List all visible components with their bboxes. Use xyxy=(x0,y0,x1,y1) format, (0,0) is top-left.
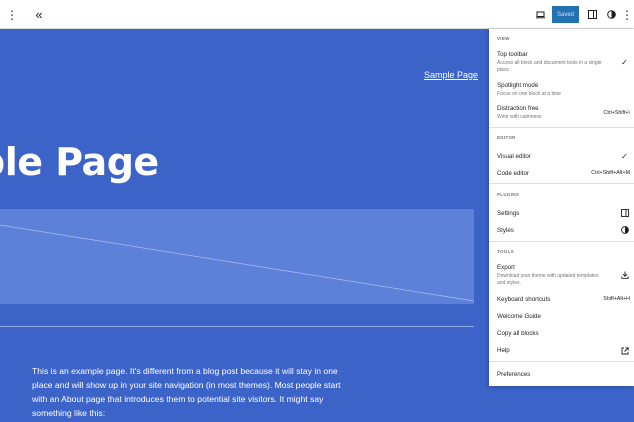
desktop-preview-icon[interactable] xyxy=(533,6,547,23)
menu-item-preferences[interactable]: Preferences xyxy=(497,371,530,378)
menu-item-spotlight-mode[interactable]: Spotlight mode xyxy=(497,82,538,89)
menu-item-distraction-desc: Write with calmness xyxy=(497,114,542,120)
nav-link-sample-page[interactable]: Sample Page xyxy=(424,70,478,80)
options-menu: VIEW Top toolbar Access all block and do… xyxy=(489,29,634,386)
menu-item-copy-all-blocks[interactable]: Copy all blocks xyxy=(497,330,539,337)
page-title[interactable]: ple Page xyxy=(0,140,159,184)
menu-divider xyxy=(489,361,634,362)
menu-item-styles[interactable]: Styles xyxy=(497,227,514,234)
settings-sidebar-icon[interactable] xyxy=(585,6,599,23)
menu-item-spotlight-desc: Focus on one block at a time xyxy=(497,91,561,97)
options-icon[interactable]: ⋮ xyxy=(6,6,18,23)
menu-item-export-desc: Download your theme with updated templat… xyxy=(497,273,599,286)
menu-item-help[interactable]: Help xyxy=(497,347,510,354)
menu-section-plugins-title: PLUGINS xyxy=(497,192,520,197)
styles-icon[interactable] xyxy=(604,6,618,23)
external-link-icon xyxy=(620,346,629,355)
menu-divider xyxy=(489,183,634,184)
menu-section-view-title: VIEW xyxy=(497,36,510,41)
menu-section-tools-title: TOOLS xyxy=(497,249,514,254)
download-icon xyxy=(620,270,629,279)
paragraph-block[interactable]: This is an example page. It's different … xyxy=(32,364,352,420)
menu-item-settings[interactable]: Settings xyxy=(497,210,519,217)
distraction-free-shortcut: Ctrl+Shift+\ xyxy=(603,110,631,116)
save-button[interactable]: Saved xyxy=(552,6,579,23)
image-placeholder-line xyxy=(0,224,475,302)
separator-block[interactable] xyxy=(0,326,474,327)
menu-item-keyboard-shortcuts[interactable]: Keyboard shortcuts xyxy=(497,296,550,303)
collapse-icon[interactable]: « xyxy=(32,6,46,23)
menu-section-editor-title: EDITOR xyxy=(497,135,516,140)
half-circle-icon xyxy=(620,225,629,234)
editor-toolbar: ⋮ « Saved ⋮ xyxy=(0,0,634,29)
check-icon: ✓ xyxy=(621,58,628,67)
code-editor-shortcut: Ctrl+Shift+Alt+M xyxy=(591,170,630,176)
menu-item-distraction-free[interactable]: Distraction free xyxy=(497,105,539,112)
menu-divider xyxy=(489,241,634,242)
menu-item-visual-editor[interactable]: Visual editor xyxy=(497,153,531,160)
menu-divider xyxy=(489,127,634,128)
image-block[interactable] xyxy=(0,209,475,304)
menu-item-export[interactable]: Export xyxy=(497,264,515,271)
menu-item-code-editor[interactable]: Code editor xyxy=(497,170,529,177)
menu-item-top-toolbar-desc: Access all block and document tools in a… xyxy=(497,60,602,73)
sidebar-icon xyxy=(620,208,629,217)
more-options-icon[interactable]: ⋮ xyxy=(621,6,633,23)
menu-item-welcome-guide[interactable]: Welcome Guide xyxy=(497,313,541,320)
menu-item-top-toolbar[interactable]: Top toolbar xyxy=(497,51,528,58)
check-icon: ✓ xyxy=(621,152,628,161)
keyboard-shortcuts-shortcut: Shift+Alt+H xyxy=(603,296,630,302)
